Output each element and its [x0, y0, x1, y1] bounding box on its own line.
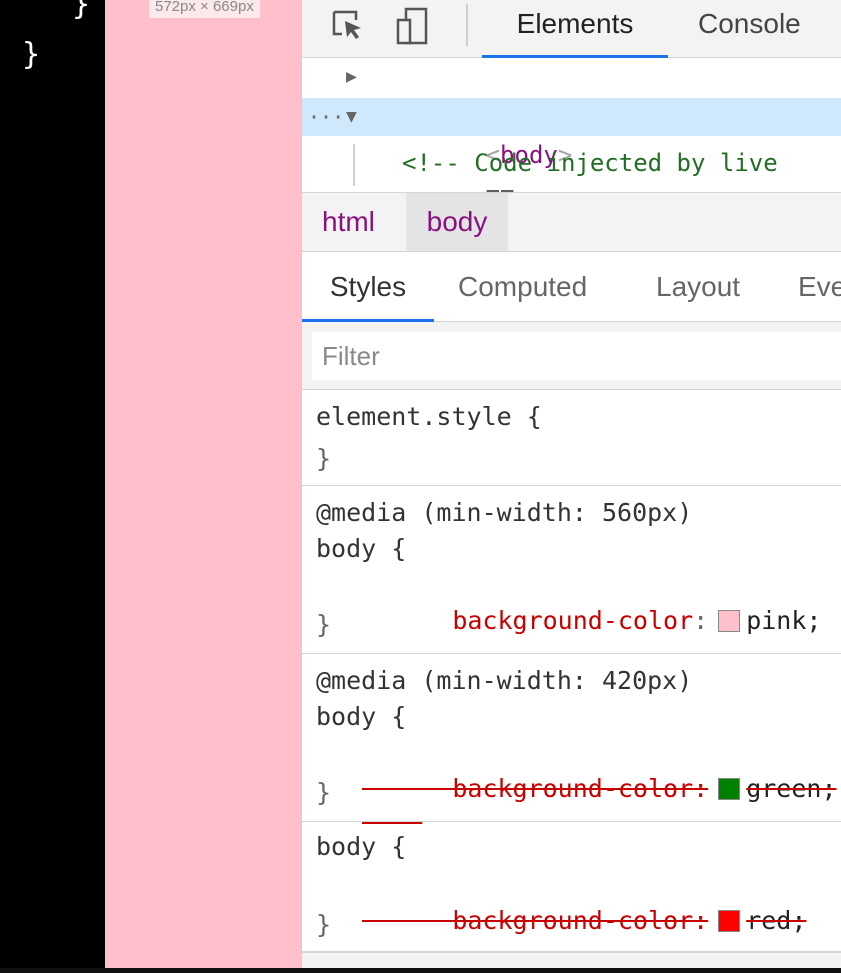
- code-editor-pane: } }: [0, 0, 105, 973]
- rule-close-brace: }: [316, 444, 332, 473]
- color-swatch[interactable]: [718, 910, 741, 932]
- expand-triangle-icon[interactable]: ▶: [346, 58, 357, 96]
- filter-input[interactable]: [312, 332, 841, 380]
- more-actions-icon[interactable]: ···: [308, 98, 344, 136]
- property-name: background-color: [452, 906, 694, 935]
- dom-node-comment[interactable]: <!-- Code injected by live: [302, 144, 841, 182]
- toolbar-divider: [466, 4, 468, 46]
- breadcrumb-html[interactable]: html: [322, 193, 375, 251]
- editor-closing-brace: }: [72, 0, 91, 22]
- editor-closing-brace: }: [22, 37, 41, 72]
- property-value: red;: [746, 906, 807, 935]
- rule-body: body { background-color: red; }: [302, 822, 841, 952]
- rule-selector[interactable]: body {: [316, 532, 406, 566]
- property-name: background-color: [452, 606, 694, 635]
- breadcrumb: html body: [302, 192, 841, 252]
- rule-selector: element.style {: [316, 402, 542, 431]
- page-viewport: 572px × 669px: [105, 0, 301, 973]
- tab-event-listeners[interactable]: Eve: [798, 252, 841, 322]
- tab-layout[interactable]: Layout: [656, 252, 740, 322]
- window-bottom-edge: [0, 968, 841, 973]
- dom-tree: ▶ <head>…</head> ··· ▼ <body> == $0 <!--…: [302, 58, 841, 245]
- tab-elements[interactable]: Elements: [482, 0, 668, 58]
- property-value: green;: [746, 774, 837, 803]
- rule-media-560: @media (min-width: 560px) body { backgro…: [302, 486, 841, 654]
- rule-close-brace: }: [316, 910, 332, 939]
- tab-computed[interactable]: Computed: [458, 252, 587, 322]
- rule-close-brace: }: [316, 610, 332, 639]
- color-swatch[interactable]: [718, 610, 741, 632]
- html-comment: <!-- Code injected by live: [402, 149, 778, 177]
- device-toolbar-icon[interactable]: [394, 6, 434, 46]
- viewport-size-badge: 572px × 669px: [149, 0, 260, 18]
- property-value: pink;: [746, 606, 822, 635]
- rule-selector[interactable]: body {: [316, 830, 406, 864]
- filter-bar: [302, 322, 841, 390]
- property-name: background-color: [452, 774, 694, 803]
- color-swatch[interactable]: [718, 778, 741, 800]
- dom-node-body-selected[interactable]: ··· ▼ <body> == $0: [302, 98, 841, 245]
- rule-element-style[interactable]: element.style { }: [302, 392, 841, 486]
- rule-media-420: @media (min-width: 420px) body { backgro…: [302, 654, 841, 822]
- inspect-element-icon[interactable]: [328, 6, 368, 46]
- devtools-toolbar: Elements Console: [302, 0, 841, 58]
- styles-pane-tabs: Styles Computed Layout Eve: [302, 252, 841, 322]
- collapse-triangle-icon[interactable]: ▼: [346, 98, 357, 136]
- rule-close-brace: }: [316, 778, 332, 807]
- tab-console[interactable]: Console: [682, 0, 841, 58]
- media-query: @media (min-width: 420px): [316, 666, 693, 695]
- media-query: @media (min-width: 560px): [316, 498, 693, 527]
- devtools-panel: Elements Console ▶ <head>…</head> ··· ▼ …: [301, 0, 841, 973]
- tab-styles[interactable]: Styles: [302, 252, 434, 322]
- rule-selector[interactable]: body {: [316, 700, 406, 734]
- breadcrumb-body[interactable]: body: [406, 193, 508, 251]
- dom-node-head[interactable]: ▶ <head>…</head>: [302, 58, 841, 129]
